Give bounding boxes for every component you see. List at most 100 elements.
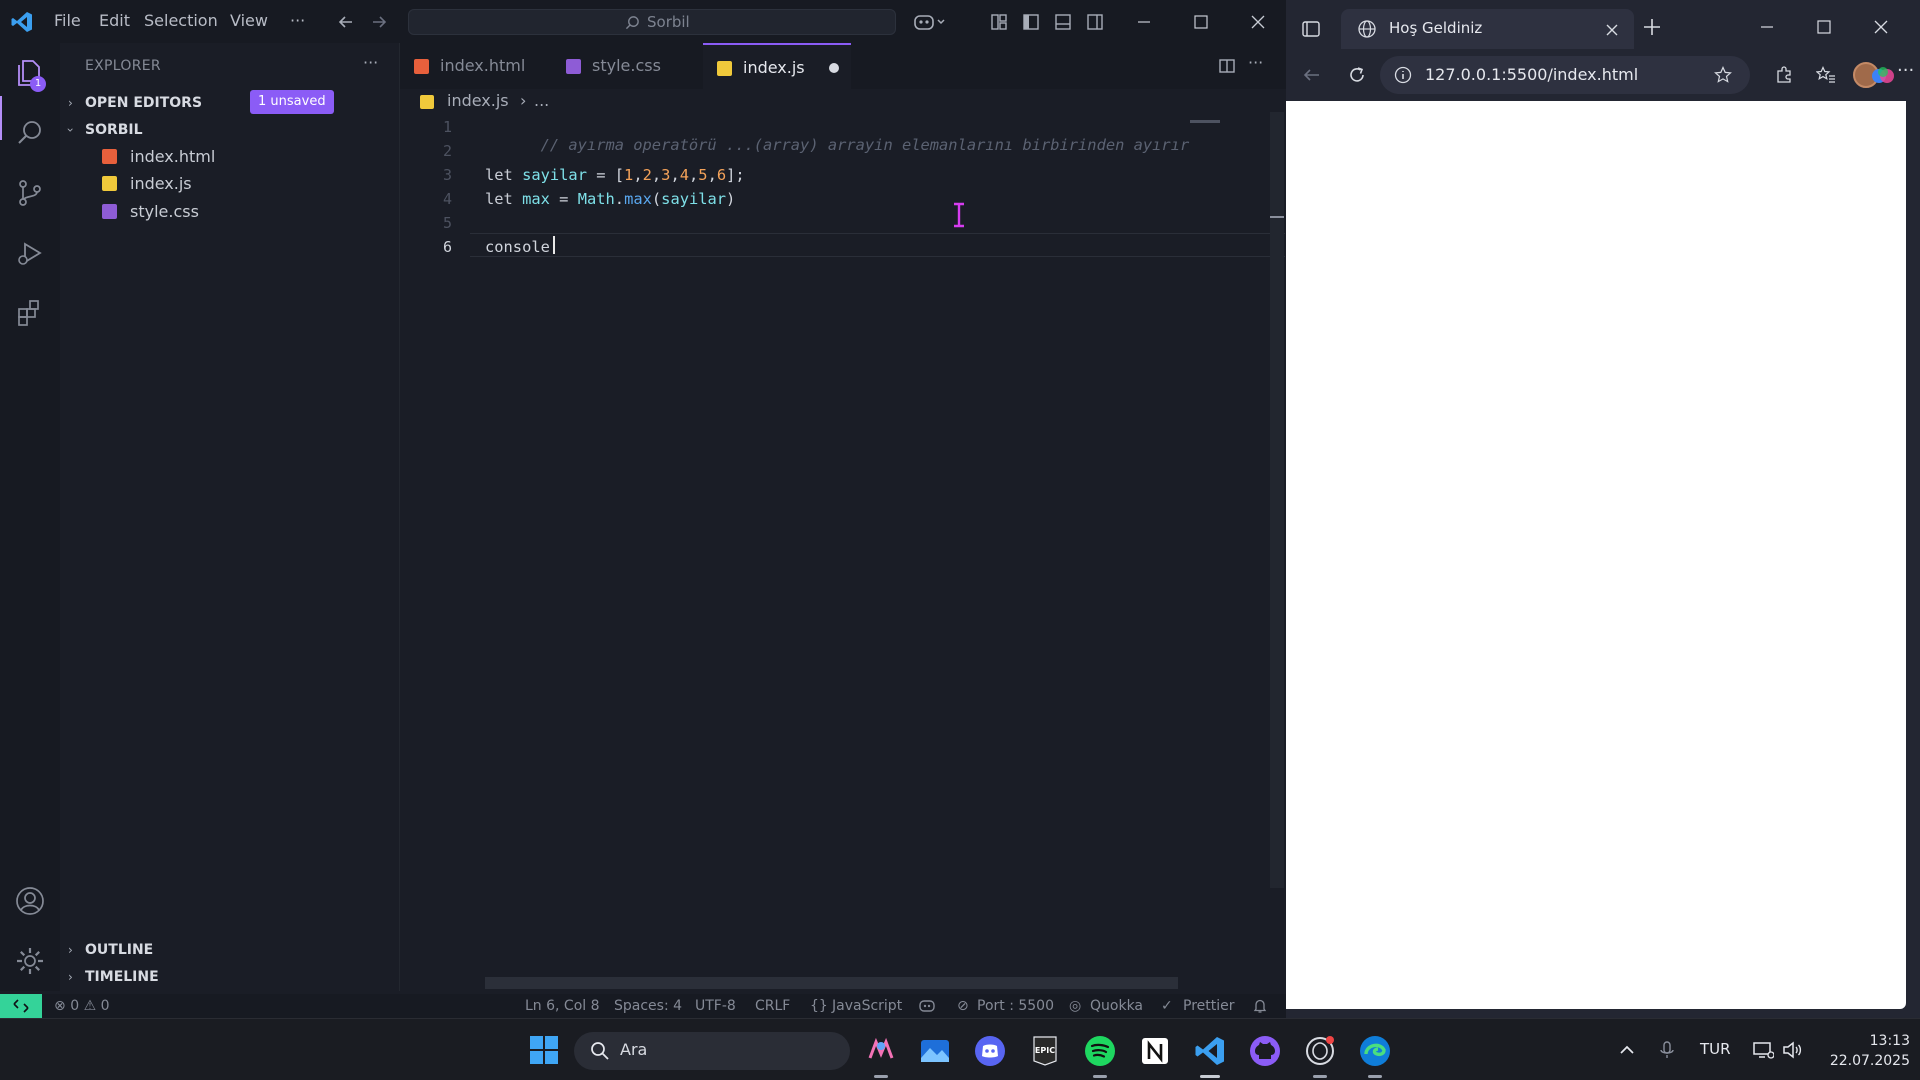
close-icon[interactable]	[1872, 18, 1890, 36]
remote-icon	[13, 999, 29, 1013]
source-control-icon[interactable]	[14, 177, 46, 209]
html-file-icon	[102, 149, 117, 164]
horizontal-scrollbar[interactable]	[485, 977, 1178, 989]
taskbar-search-text: Ara	[620, 1040, 648, 1059]
code-punctuation: (	[651, 190, 662, 208]
favorite-star-icon[interactable]	[1714, 66, 1732, 84]
error-count: 0	[70, 998, 80, 1014]
settings-more-icon[interactable]: ···	[1897, 60, 1914, 81]
system-clock[interactable]: 13:13 22.07.2025	[1820, 1031, 1910, 1071]
new-tab-icon[interactable]	[1642, 17, 1662, 37]
toggle-panel-icon[interactable]	[1054, 13, 1072, 31]
tab-actions-icon[interactable]	[1301, 19, 1321, 39]
end-of-line[interactable]: CRLF	[755, 998, 790, 1014]
menu-more[interactable]: ···	[290, 11, 305, 30]
taskbar-search[interactable]: Ara	[574, 1032, 850, 1070]
spotify-app-icon[interactable]	[1083, 1034, 1117, 1068]
settings-gear-icon[interactable]	[14, 945, 46, 977]
volume-icon[interactable]	[1781, 1040, 1803, 1060]
toggle-primary-sidebar-icon[interactable]	[1022, 13, 1040, 31]
encoding[interactable]: UTF-8	[695, 998, 736, 1014]
explorer-more-actions-icon[interactable]: ···	[363, 53, 378, 72]
tab-index-html[interactable]: index.html	[400, 43, 548, 89]
menu-view[interactable]: View	[230, 11, 268, 30]
microphone-icon[interactable]	[1658, 1040, 1676, 1060]
discord-app-icon[interactable]	[973, 1034, 1007, 1068]
maximize-icon[interactable]	[1191, 12, 1211, 32]
vertical-scrollbar[interactable]	[1270, 112, 1284, 888]
minimize-icon[interactable]	[1134, 12, 1154, 32]
edge-app-icon[interactable]	[1358, 1034, 1392, 1068]
toggle-secondary-sidebar-icon[interactable]	[1086, 13, 1104, 31]
back-arrow-icon[interactable]	[337, 13, 355, 31]
code-variable: sayilar	[522, 166, 587, 184]
editor-more-actions-icon[interactable]: ···	[1248, 53, 1263, 72]
close-icon[interactable]	[1248, 12, 1268, 32]
notifications-bell-icon[interactable]	[1252, 998, 1268, 1014]
copilot-app-icon[interactable]	[864, 1034, 898, 1068]
vscode-app-icon[interactable]	[1193, 1034, 1227, 1068]
command-center-search[interactable]: Sorbil	[408, 9, 896, 35]
remote-indicator[interactable]	[0, 994, 42, 1018]
epic-games-app-icon[interactable]: EPIC	[1028, 1034, 1062, 1068]
favorites-list-icon[interactable]	[1816, 65, 1836, 85]
menu-file[interactable]: File	[54, 11, 81, 30]
live-server-port[interactable]: Port : 5500	[977, 998, 1054, 1014]
line-number: 2	[442, 142, 452, 160]
tab-label: index.js	[743, 58, 805, 77]
search-icon[interactable]	[14, 117, 46, 149]
line-number: 5	[442, 214, 452, 232]
run-debug-icon[interactable]	[14, 237, 46, 269]
tab-style-css[interactable]: style.css	[548, 43, 700, 89]
code-editor[interactable]: 1 2 3 4 5 6 // ayırma operatörü ...(arra…	[400, 112, 1286, 992]
show-hidden-icons-chevron-up-icon[interactable]	[1618, 1042, 1636, 1058]
explorer-badge: 1	[30, 76, 46, 92]
html-file-icon	[414, 59, 429, 74]
forward-arrow-icon[interactable]	[370, 13, 388, 31]
notion-app-icon[interactable]	[1138, 1034, 1172, 1068]
outline-section[interactable]: OUTLINE	[85, 942, 153, 958]
unsaved-dot-icon[interactable]	[829, 63, 839, 73]
browser-tab[interactable]: Hoş Geldiniz	[1341, 9, 1634, 49]
breadcrumb-rest[interactable]: ...	[534, 91, 549, 110]
cursor-position[interactable]: Ln 6, Col 8	[525, 998, 600, 1014]
input-language[interactable]: TUR	[1700, 1040, 1731, 1058]
quokka-status[interactable]: Quokka	[1090, 998, 1143, 1014]
site-info-icon[interactable]	[1394, 66, 1412, 84]
accounts-icon[interactable]	[14, 885, 46, 917]
breadcrumb-file[interactable]: index.js	[447, 91, 509, 110]
address-bar[interactable]: 127.0.0.1:5500/index.html	[1380, 56, 1750, 94]
github-desktop-app-icon[interactable]	[1248, 1034, 1282, 1068]
windows-start-icon[interactable]	[529, 1035, 559, 1065]
maximize-icon[interactable]	[1815, 18, 1833, 36]
web-page-content[interactable]	[1286, 101, 1906, 1009]
minimap[interactable]	[1190, 120, 1220, 123]
menu-edit[interactable]: Edit	[99, 11, 130, 30]
refresh-icon[interactable]	[1347, 65, 1367, 85]
timeline-section[interactable]: TIMELINE	[85, 969, 159, 985]
open-editors-section[interactable]: OPEN EDITORS	[85, 95, 202, 111]
prettier-status[interactable]: Prettier	[1183, 998, 1235, 1014]
back-arrow-icon[interactable]	[1302, 65, 1322, 85]
copilot-icon[interactable]	[913, 11, 949, 33]
extensions-puzzle-icon[interactable]	[1774, 65, 1794, 85]
close-tab-icon[interactable]	[1605, 23, 1619, 37]
tab-index-js[interactable]: index.js	[703, 43, 851, 89]
copilot-status-icon[interactable]	[918, 998, 936, 1014]
photos-app-icon[interactable]	[918, 1034, 952, 1068]
minimize-icon[interactable]	[1758, 18, 1776, 36]
split-editor-icon[interactable]	[1218, 57, 1236, 75]
code-variable: sayilar	[661, 190, 727, 208]
folder-sorbil[interactable]: SORBIL	[85, 122, 143, 138]
chatgpt-app-icon[interactable]	[1303, 1034, 1337, 1068]
menu-selection[interactable]: Selection	[144, 11, 218, 30]
copilot-sidebar-icon[interactable]	[1870, 63, 1896, 89]
network-icon[interactable]	[1752, 1040, 1774, 1060]
code-line-1: // ayırma operatörü ...(array) arrayin e…	[485, 118, 1190, 172]
problems-indicator[interactable]: ⊗ 0 ⚠ 0	[54, 998, 110, 1014]
code-punctuation: .	[614, 190, 625, 208]
extensions-icon[interactable]	[14, 297, 46, 329]
language-mode[interactable]: JavaScript	[832, 998, 902, 1014]
indentation[interactable]: Spaces: 4	[614, 998, 682, 1014]
customize-layout-icon[interactable]	[990, 13, 1008, 31]
